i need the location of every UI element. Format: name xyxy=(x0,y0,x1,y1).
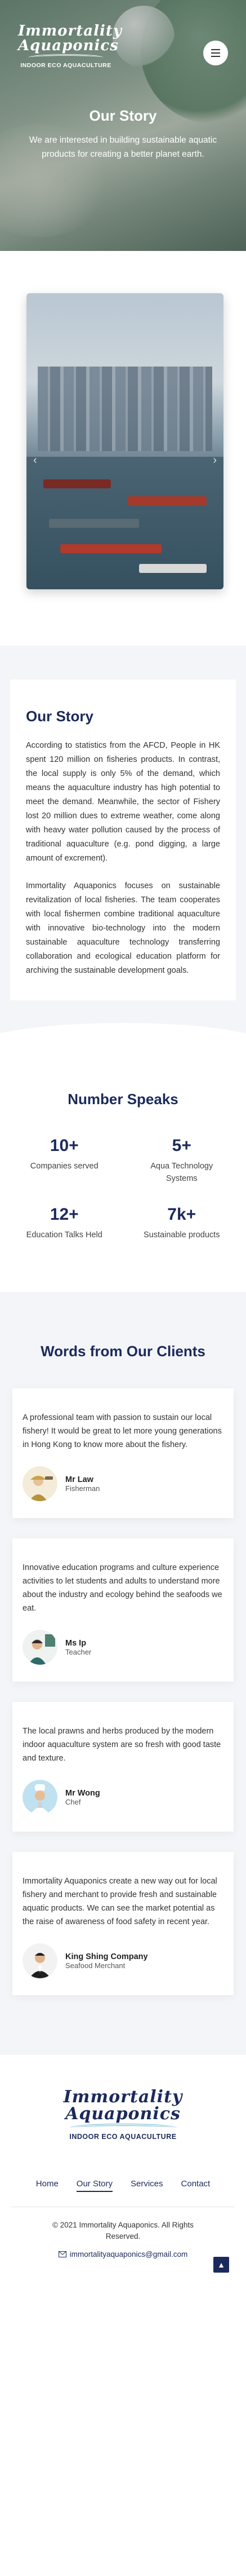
harbor-photo: ‹ › xyxy=(26,293,223,589)
testimonial-role: Fisherman xyxy=(65,1484,100,1493)
chevron-left-icon[interactable]: ‹ xyxy=(33,454,37,467)
photo-boat xyxy=(49,519,139,528)
photo-boat xyxy=(128,496,207,505)
testimonial-name: Ms Ip xyxy=(65,1638,87,1648)
stat-value: 12+ xyxy=(50,1205,79,1224)
page-subtitle: We are interested in building sustainabl… xyxy=(29,135,217,159)
stat-label: Companies served xyxy=(30,1162,99,1171)
story-paragraph: According to statistics from the AFCD, P… xyxy=(26,741,220,863)
testimonial-quote: Innovative education programs and cultur… xyxy=(23,1563,222,1613)
hamburger-icon xyxy=(211,49,220,50)
footer-logo-wordmark: Immortality Aquaponics xyxy=(63,2087,183,2124)
footer-logo-tagline: INDOOR ECO AQUACULTURE xyxy=(69,2133,177,2141)
testimonial-quote: The local prawns and herbs produced by t… xyxy=(23,1727,221,1763)
footer-nav: Home Our Story Services Contact xyxy=(11,2179,235,2192)
story-section: Our Story According to statistics from t… xyxy=(0,646,246,1046)
testimonial-card: Immortality Aquaponics create a new way … xyxy=(12,1852,234,1995)
stat-label: Education Talks Held xyxy=(26,1230,102,1240)
footer-email-link[interactable]: immortalityaquaponics@gmail.com xyxy=(11,2250,235,2259)
hero-banner: Immortality Aquaponics INDOOR ECO AQUACU… xyxy=(0,0,246,251)
testimonial-role: Teacher xyxy=(65,1647,92,1656)
footer-nav-home[interactable]: Home xyxy=(36,2179,59,2192)
testimonial-quote: A professional team with passion to sust… xyxy=(23,1413,222,1449)
testimonial-author: Mr Wong Chef xyxy=(23,1780,223,1815)
logo-tagline: INDOOR ECO AQUACULTURE xyxy=(20,62,111,69)
avatar xyxy=(23,1780,57,1815)
story-heading: Our Story xyxy=(26,708,93,725)
stat-companies: 10+ Companies served xyxy=(6,1136,123,1185)
testimonial-author: Mr Law Fisherman xyxy=(23,1466,223,1501)
stat-label: Sustainable products xyxy=(144,1230,220,1240)
testimonials-heading: Words from Our Clients xyxy=(41,1343,205,1360)
avatar xyxy=(23,1466,57,1501)
testimonial-author: King Shing Company Seafood Merchant xyxy=(23,1943,223,1978)
testimonial-author: Ms Ip Teacher xyxy=(23,1630,223,1665)
logo-waves xyxy=(28,54,104,61)
photo-section: ‹ › xyxy=(0,251,246,646)
stat-products: 7k+ Sustainable products xyxy=(123,1205,241,1241)
testimonial-name: King Shing Company xyxy=(65,1952,148,1961)
copyright-text: © 2021 Immortality Aquaponics. All Right… xyxy=(52,2221,194,2240)
site-logo[interactable]: Immortality Aquaponics INDOOR ECO AQUACU… xyxy=(18,23,122,86)
logo-wordmark: Immortality Aquaponics xyxy=(18,23,122,54)
back-to-top-button[interactable]: ▲ xyxy=(213,2257,229,2273)
footer-logo[interactable]: Immortality Aquaponics INDOOR ECO AQUACU… xyxy=(59,2089,188,2162)
photo-boat xyxy=(139,564,207,573)
footer-nav-our-story[interactable]: Our Story xyxy=(76,2179,113,2192)
photo-skyline xyxy=(38,367,212,451)
mail-icon xyxy=(58,2251,66,2257)
avatar xyxy=(23,1630,57,1665)
stat-value: 5+ xyxy=(172,1136,191,1155)
numbers-section: Number Speaks 10+ Companies served 5+ Aq… xyxy=(0,1023,246,1292)
avatar xyxy=(23,1943,57,1978)
stat-talks: 12+ Education Talks Held xyxy=(6,1205,123,1241)
footer-nav-contact[interactable]: Contact xyxy=(181,2179,211,2192)
page-title: Our Story xyxy=(89,107,157,124)
story-card: Our Story According to statistics from t… xyxy=(10,680,236,1000)
stat-systems: 5+ Aqua Technology Systems xyxy=(123,1136,241,1185)
footer-nav-services[interactable]: Services xyxy=(131,2179,163,2192)
testimonial-name: Mr Law xyxy=(65,1475,93,1484)
footer: Immortality Aquaponics INDOOR ECO AQUACU… xyxy=(0,2055,246,2287)
numbers-heading: Number Speaks xyxy=(68,1091,178,1108)
testimonial-role: Chef xyxy=(65,1797,81,1806)
testimonial-quote: Immortality Aquaponics create a new way … xyxy=(23,1877,217,1926)
footer-logo-waves xyxy=(69,2124,177,2132)
testimonials-section: Words from Our Clients A professional te… xyxy=(0,1292,246,2055)
menu-button[interactable] xyxy=(203,41,228,65)
stat-value: 7k+ xyxy=(167,1205,196,1224)
arrow-up-icon: ▲ xyxy=(217,2260,225,2269)
testimonial-card: The local prawns and herbs produced by t… xyxy=(12,1702,234,1832)
story-paragraph: Immortality Aquaponics focuses on sustai… xyxy=(26,881,220,975)
testimonial-card: Innovative education programs and cultur… xyxy=(12,1538,234,1682)
testimonial-role: Seafood Merchant xyxy=(65,1961,126,1970)
chevron-right-icon[interactable]: › xyxy=(213,454,217,467)
testimonial-name: Mr Wong xyxy=(65,1788,100,1798)
stat-value: 10+ xyxy=(50,1136,79,1155)
stats-grid: 10+ Companies served 5+ Aqua Technology … xyxy=(6,1136,240,1241)
testimonial-card: A professional team with passion to sust… xyxy=(12,1388,234,1518)
photo-boat xyxy=(60,544,162,553)
footer-email-text: immortalityaquaponics@gmail.com xyxy=(69,2250,188,2259)
stat-label: Aqua Technology Systems xyxy=(150,1162,213,1183)
photo-boat xyxy=(43,479,111,488)
